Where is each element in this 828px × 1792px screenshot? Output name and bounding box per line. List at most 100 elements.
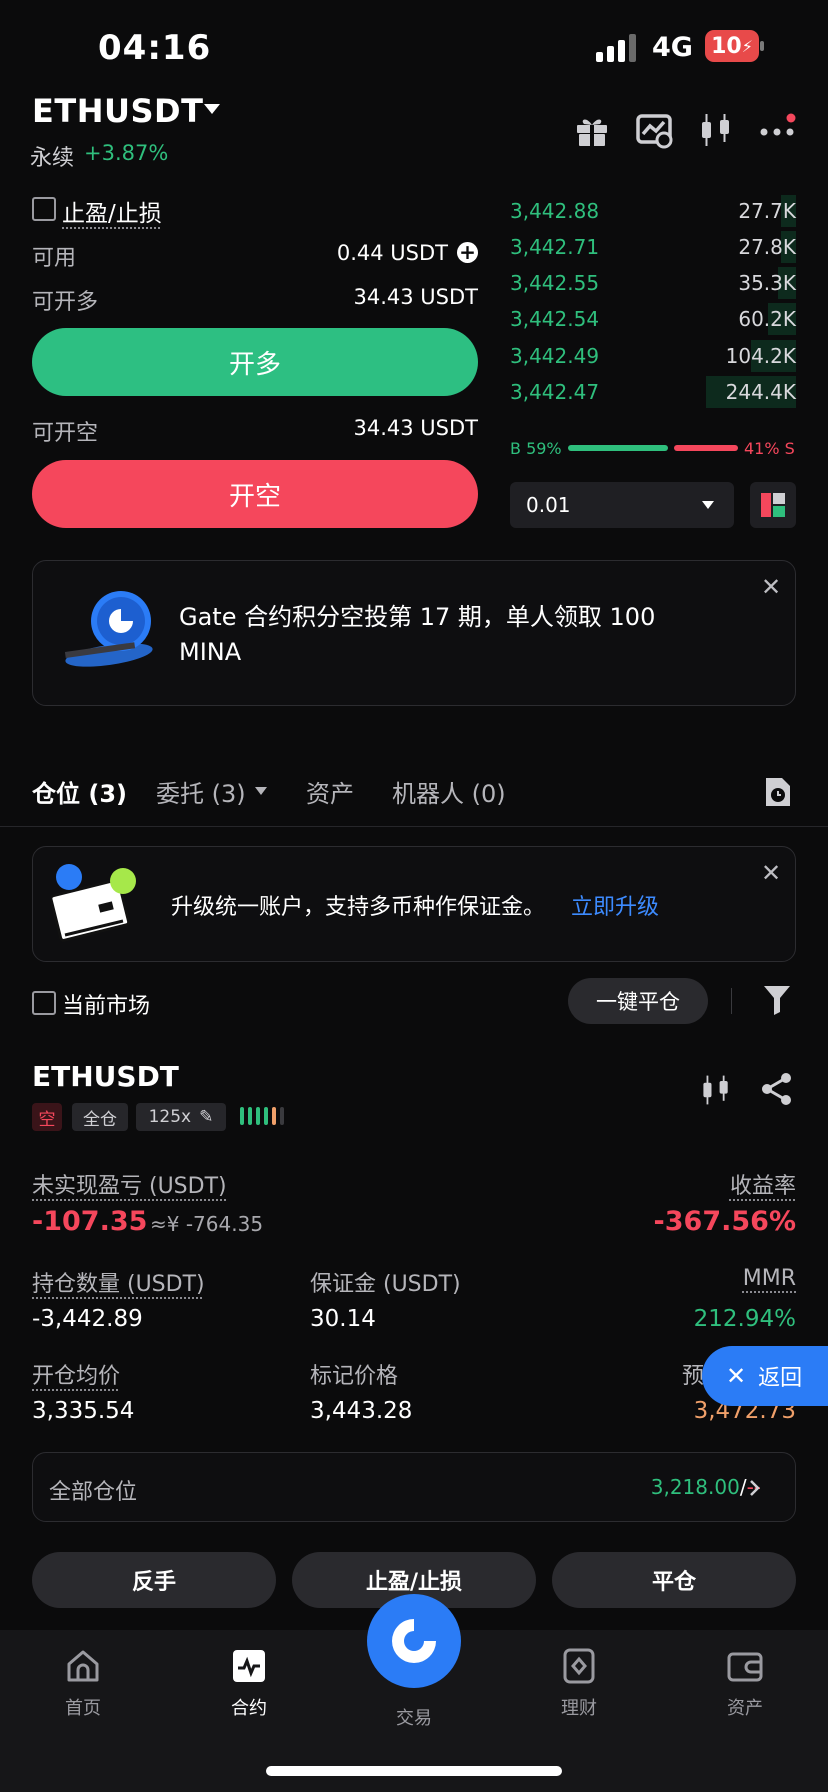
upgrade-now-link[interactable]: 立即升级 <box>571 889 659 921</box>
buy-ratio-bar <box>568 445 668 451</box>
available-label: 可用 <box>32 246 77 271</box>
nav-assets-label: 资产 <box>727 1698 763 1719</box>
available-value: 0.44 USDT <box>336 241 448 265</box>
side-tag: 空 <box>32 1103 62 1131</box>
order-book-row[interactable]: 3,442.47 244.4K <box>510 374 796 410</box>
add-funds-icon[interactable]: + <box>457 242 478 263</box>
entry-price-value: 3,335.54 <box>32 1398 135 1424</box>
all-positions-value: 3,218.00 <box>650 1475 740 1499</box>
airdrop-logo-icon <box>64 591 153 667</box>
order-book-row[interactable]: 3,442.88 27.7K <box>510 193 796 229</box>
order-book-row[interactable]: 3,442.71 27.8K <box>510 229 796 265</box>
reverse-button[interactable]: 反手 <box>32 1552 276 1608</box>
entry-price-label[interactable]: 开仓均价 <box>32 1358 120 1390</box>
nav-futures[interactable]: 合约 <box>204 1648 294 1720</box>
leverage-value: 125x <box>148 1107 192 1127</box>
short-open-value: 34.43 USDT <box>353 416 479 440</box>
order-book-price: 3,442.88 <box>510 199 600 223</box>
position-qty-label[interactable]: 持仓数量 (USDT) <box>32 1266 205 1298</box>
order-book-price: 3,442.49 <box>510 344 600 368</box>
unrealized-pnl-label[interactable]: 未实现盈亏 (USDT) <box>32 1168 227 1200</box>
order-book-price: 3,442.55 <box>510 271 600 295</box>
caret-down-icon[interactable] <box>255 787 267 795</box>
mark-price-label: 标记价格 <box>310 1364 399 1389</box>
sell-ratio-label: 41% S <box>744 439 795 458</box>
order-book-qty: 27.7K <box>738 199 796 223</box>
order-book-row[interactable]: 3,442.49 104.2K <box>510 338 796 374</box>
caret-down-icon[interactable] <box>204 104 220 114</box>
all-positions-row[interactable]: 全部仓位 3,218.00/-- <box>32 1452 796 1522</box>
mark-price-value: 3,443.28 <box>310 1398 413 1424</box>
candlestick-icon[interactable] <box>698 1072 734 1108</box>
margin-label: 保证金 (USDT) <box>310 1272 461 1297</box>
contract-type: 永续 <box>30 146 75 171</box>
history-icon[interactable] <box>762 776 792 808</box>
sell-ratio-bar <box>674 445 738 451</box>
close-all-button[interactable]: 一键平仓 <box>568 978 708 1024</box>
margin-mode-tag: 全仓 <box>72 1103 128 1131</box>
back-label: 返回 <box>758 1366 803 1391</box>
tp-sl-label[interactable]: 止盈/止损 <box>62 194 162 228</box>
current-market-checkbox[interactable] <box>32 991 56 1015</box>
nav-earn[interactable]: 理财 <box>534 1648 624 1720</box>
open-short-button[interactable]: 开空 <box>32 460 478 528</box>
futures-icon <box>233 1650 265 1682</box>
close-icon[interactable]: ✕ <box>761 859 781 887</box>
close-position-button[interactable]: 平仓 <box>552 1552 796 1608</box>
order-book-row[interactable]: 3,442.55 35.3K <box>510 265 796 301</box>
back-button[interactable]: ✕ 返回 <box>702 1346 828 1406</box>
close-icon[interactable]: ✕ <box>761 573 781 601</box>
chart-alert-icon[interactable] <box>634 110 674 150</box>
promo-text-line2: MINA <box>179 638 242 666</box>
gate-logo-icon <box>392 1619 436 1663</box>
nav-assets[interactable]: 资产 <box>700 1648 790 1720</box>
nav-home[interactable]: 首页 <box>38 1648 128 1720</box>
tp-sl-checkbox[interactable] <box>32 197 56 221</box>
gift-icon[interactable] <box>572 110 612 150</box>
edit-icon: ✎ <box>199 1107 214 1127</box>
roe-label[interactable]: 收益率 <box>730 1168 796 1200</box>
candlestick-icon[interactable] <box>696 110 736 150</box>
order-book-qty: 244.4K <box>725 380 796 404</box>
pair-selector[interactable]: ETHUSDT <box>32 92 203 130</box>
open-long-button[interactable]: 开多 <box>32 328 478 396</box>
order-book-qty: 35.3K <box>738 271 796 295</box>
nav-futures-label: 合约 <box>231 1698 267 1719</box>
share-icon[interactable] <box>760 1072 794 1106</box>
tab-orders[interactable]: 委托 (3) <box>156 774 246 809</box>
more-icon[interactable] <box>758 110 798 150</box>
order-book-price: 3,442.47 <box>510 380 600 404</box>
battery-indicator: 10 ⚡ <box>705 30 759 62</box>
nav-trade-label: 交易 <box>396 1708 432 1729</box>
unrealized-pnl-value: -107.35 <box>32 1206 148 1237</box>
promo-banner[interactable]: Gate 合约积分空投第 17 期，单人领取 100 MINA ✕ <box>32 560 796 706</box>
trade-center-button[interactable] <box>367 1594 461 1688</box>
filter-icon[interactable] <box>762 984 792 1016</box>
long-open-value: 34.43 USDT <box>353 285 479 309</box>
signal-icon <box>596 34 636 62</box>
chevron-right-icon <box>750 1480 760 1496</box>
upgrade-banner[interactable]: 升级统一账户，支持多币种作保证金。 立即升级 ✕ <box>32 846 796 962</box>
leverage-tag[interactable]: 125x ✎ <box>136 1103 226 1131</box>
close-icon: ✕ <box>726 1362 747 1390</box>
order-book-qty: 60.2K <box>738 307 796 331</box>
tab-positions[interactable]: 仓位 (3) <box>32 774 127 809</box>
position-symbol[interactable]: ETHUSDT <box>32 1060 179 1093</box>
nav-home-label: 首页 <box>65 1698 101 1719</box>
wallet-icon <box>727 1652 763 1682</box>
precision-select[interactable]: 0.01 <box>510 482 734 528</box>
divider <box>731 988 732 1014</box>
tab-assets[interactable]: 资产 <box>306 774 354 809</box>
precision-value: 0.01 <box>526 493 571 517</box>
all-positions-summary: 3,218.00/-- <box>651 1475 761 1499</box>
order-book-row[interactable]: 3,442.54 60.2K <box>510 301 796 337</box>
margin-value: 30.14 <box>310 1306 376 1332</box>
liq-price-label[interactable]: 预 <box>682 1358 704 1390</box>
promo-text-line1: Gate 合约积分空投第 17 期，单人领取 100 <box>179 603 656 631</box>
upgrade-text: 升级统一账户，支持多币种作保证金。 <box>171 895 546 920</box>
layout-toggle-button[interactable] <box>750 482 796 528</box>
all-positions-separator: / <box>739 1475 747 1499</box>
nav-trade[interactable]: 交易 <box>369 1698 459 1730</box>
tab-bots[interactable]: 机器人 (0) <box>392 774 506 809</box>
mmr-label[interactable]: MMR <box>743 1266 796 1291</box>
